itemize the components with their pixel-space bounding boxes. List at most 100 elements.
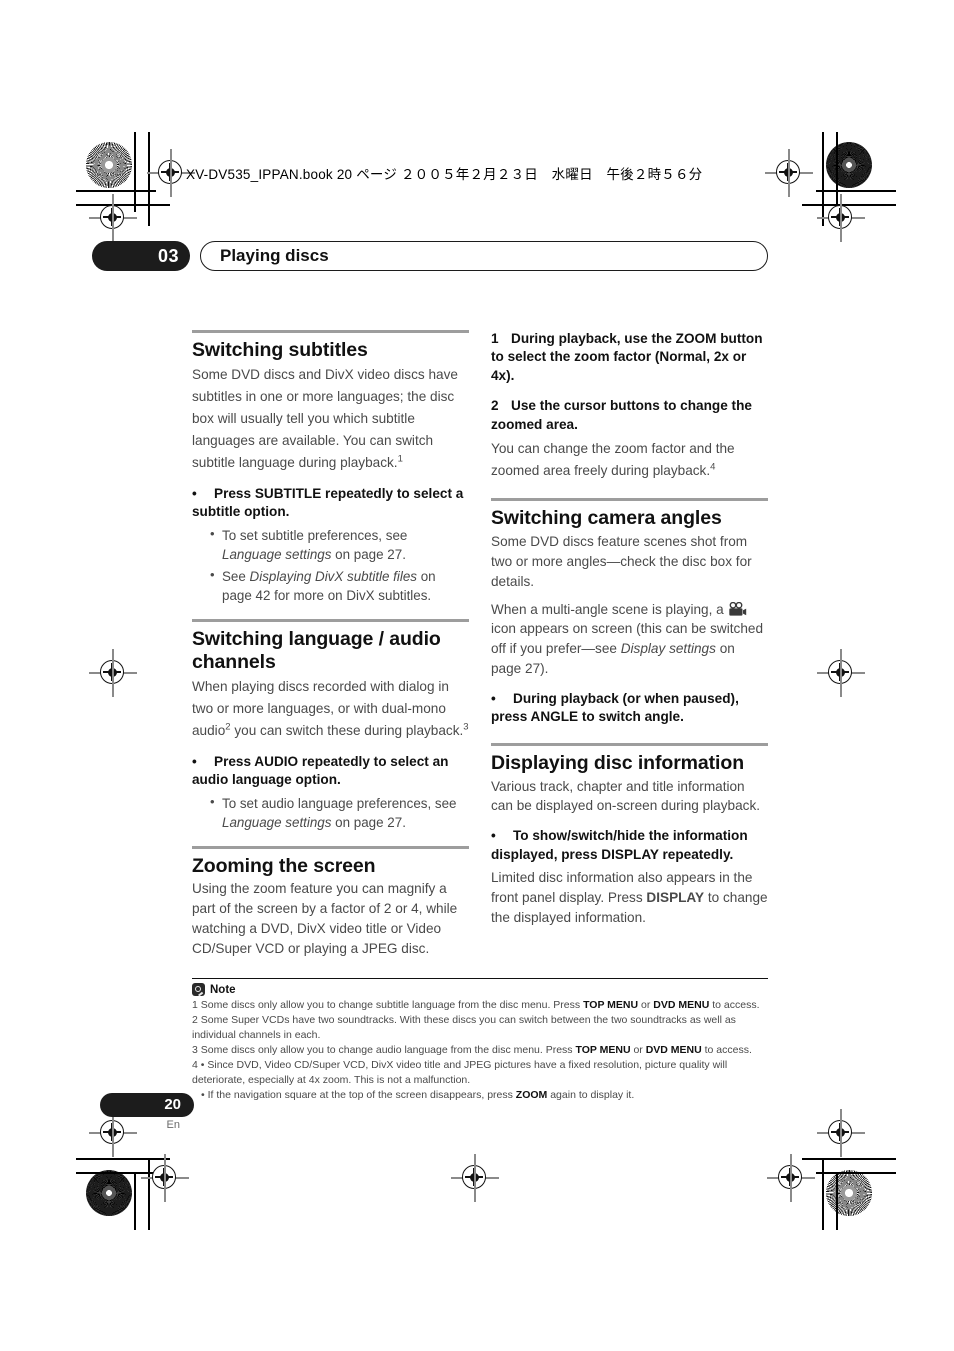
registration-cross-right-upper (817, 194, 865, 242)
heading-switching-camera-angles: Switching camera angles (491, 507, 722, 530)
footnote-ref-3: 3 (463, 721, 469, 732)
bullet-dot-icon: • (192, 753, 197, 769)
note-4-line-2-pre: • If the navigation square at the top of… (201, 1088, 516, 1101)
sub-subtitle-pref-pre: To set subtitle preferences, see (222, 527, 408, 543)
note-2: 2 Some Super VCDs have two soundtracks. … (192, 1013, 768, 1043)
step-1: 1 During playback, use the ZOOM button to… (491, 330, 768, 385)
section-rule-disc-information (491, 742, 768, 746)
sub-divx-pre: See (222, 568, 250, 584)
paragraph-step-2-body-text: You can change the zoom factor and the z… (491, 441, 735, 479)
note-3-post: to access. (701, 1044, 752, 1057)
subtitles-sublist: To set subtitle preferences, see Languag… (192, 525, 469, 606)
paragraph-subtitles-intro: Some DVD discs and DivX video discs have… (192, 364, 469, 474)
note-3-number: 3 (192, 1044, 198, 1057)
left-column: Switching subtitles Some DVD discs and D… (192, 330, 469, 970)
sub-divx-em: Displaying DivX subtitle files (249, 568, 417, 584)
section-rule-camera-angles (491, 498, 768, 502)
registration-cross-right-lower (817, 1109, 865, 1157)
note-1: 1 Some discs only allow you to change su… (192, 998, 768, 1013)
sub-audio-pref-post: on page 27. (331, 814, 406, 830)
page-number-badge: 20 (100, 1093, 194, 1117)
note-1-b2: DVD MENU (653, 999, 710, 1012)
chapter-number-badge: 03 (92, 241, 190, 271)
note-1-post: to access. (709, 999, 760, 1012)
note-3-mid: or (630, 1044, 646, 1057)
step-2: 2 Use the cursor buttons to change the zo… (491, 397, 768, 434)
step-1-label: During playback, use the ZOOM button to … (491, 331, 763, 383)
note-header: Note (192, 983, 768, 997)
notes-section: Note 1 Some discs only allow you to chan… (192, 978, 768, 1103)
action-press-subtitle-label: Press SUBTITLE repeatedly to select a su… (192, 485, 464, 520)
note-3-b1: TOP MENU (575, 1044, 631, 1057)
paragraph-step-2-body: You can change the zoom factor and the z… (491, 438, 768, 482)
step-2-number: 2 (491, 398, 499, 414)
note-1-number: 1 (192, 999, 198, 1012)
note-1-b1: TOP MENU (583, 999, 639, 1012)
heading-zooming-the-screen: Zooming the screen (192, 854, 376, 877)
section-rule-switching-language (192, 619, 469, 623)
sub-audio-pref-pre: To set audio language preferences, see (222, 795, 457, 811)
paragraph-disc-info-intro: Various track, chapter and title informa… (491, 778, 761, 814)
note-4-line-2-post: again to display it. (547, 1088, 635, 1101)
note-4-number: 4 (192, 1059, 198, 1072)
heading-switching-language-audio: Switching language / audio channels (192, 628, 441, 673)
note-3: 3 Some discs only allow you to change au… (192, 1043, 768, 1058)
action-press-angle: • During playback (or when paused), press… (491, 690, 768, 727)
sub-audio-pref-em: Language settings (222, 814, 332, 830)
registration-cross-left-middle (89, 649, 137, 697)
note-3-pre: Some discs only allow you to change audi… (200, 1044, 576, 1057)
chapter-banner: 03 Playing discs (92, 241, 768, 271)
registration-cross-bottom-right (767, 1154, 815, 1202)
action-press-angle-label: During playback (or when paused), press … (491, 690, 739, 725)
paragraph-audio-intro: When playing discs recorded with dialog … (192, 676, 469, 742)
action-press-display-label: To show/switch/hide the information disp… (491, 828, 748, 862)
paragraph-audio-intro-b: you can switch these during playback. (230, 722, 464, 738)
list-item: See Displaying DivX subtitle files on pa… (210, 566, 469, 605)
note-4-line-2: • If the navigation square at the top of… (192, 1088, 768, 1103)
heading-displaying-disc-information: Displaying disc information (491, 751, 744, 774)
paragraph-subtitles-intro-text: Some DVD discs and DivX video discs have… (192, 366, 458, 470)
step-2-label: Use the cursor buttons to change the zoo… (491, 398, 752, 432)
action-press-audio: • Press AUDIO repeatedly to select an aud… (192, 753, 469, 790)
paragraph-angles-em: Display settings (620, 641, 716, 657)
bullet-dot-icon: • (491, 690, 496, 706)
registration-cross-top-right-header (765, 149, 813, 197)
note-4-line-2-bold: ZOOM (515, 1088, 548, 1101)
paragraph-disc-info-bold: DISPLAY (646, 890, 705, 906)
list-item: To set subtitle preferences, see Languag… (210, 525, 469, 564)
registration-cross-right-middle (817, 649, 865, 697)
step-1-number: 1 (491, 331, 499, 346)
registration-cross-top-header (147, 149, 195, 197)
notes-divider (192, 978, 768, 980)
footnote-ref-1: 1 (397, 453, 403, 465)
heading-switching-subtitles: Switching subtitles (192, 339, 368, 361)
paragraph-angles-pre: When a multi-angle scene is playing, a (491, 601, 728, 617)
bullet-dot-icon: • (491, 828, 496, 844)
paragraph-zoom-intro: Using the zoom feature you can magnify a… (192, 881, 458, 956)
bullet-dot-icon: • (192, 485, 197, 501)
note-2-number: 2 (192, 1014, 198, 1027)
action-press-display: • To show/switch/hide the information dis… (491, 827, 768, 864)
action-press-subtitle: • Press SUBTITLE repeatedly to select a s… (192, 485, 469, 522)
note-2-pre: Some Super VCDs have two soundtracks. Wi… (192, 1014, 736, 1042)
paragraph-angles-icon-note: When a multi-angle scene is playing, a i… (491, 600, 768, 679)
note-1-mid: or (638, 999, 654, 1012)
section-rule-zooming (192, 845, 469, 849)
registration-cross-left-upper (89, 194, 137, 242)
footnote-ref-4: 4 (710, 461, 716, 473)
note-3-b2: DVD MENU (645, 1044, 702, 1057)
right-column: 1 During playback, use the ZOOM button to… (491, 330, 768, 939)
paragraph-disc-info-body: Limited disc information also appears in… (491, 868, 768, 928)
note-title: Note (210, 983, 236, 996)
paragraph-angles-intro: Some DVD discs feature scenes shot from … (491, 534, 752, 589)
action-press-audio-label: Press AUDIO repeatedly to select an audi… (192, 753, 449, 788)
list-item: To set audio language preferences, see L… (210, 793, 469, 832)
chapter-title: Playing discs (200, 241, 768, 271)
sub-subtitle-pref-em: Language settings (222, 546, 332, 562)
note-pencil-icon (192, 983, 205, 997)
registration-cross-bottom-left (141, 1154, 189, 1202)
book-file-header-line: XV-DV535_IPPAN.book 20 ページ ２００５年２月２３日 水曜… (186, 167, 703, 182)
movie-camera-icon (728, 601, 747, 617)
audio-sublist: To set audio language preferences, see L… (192, 793, 469, 832)
sub-subtitle-pref-post: on page 27. (331, 546, 406, 562)
